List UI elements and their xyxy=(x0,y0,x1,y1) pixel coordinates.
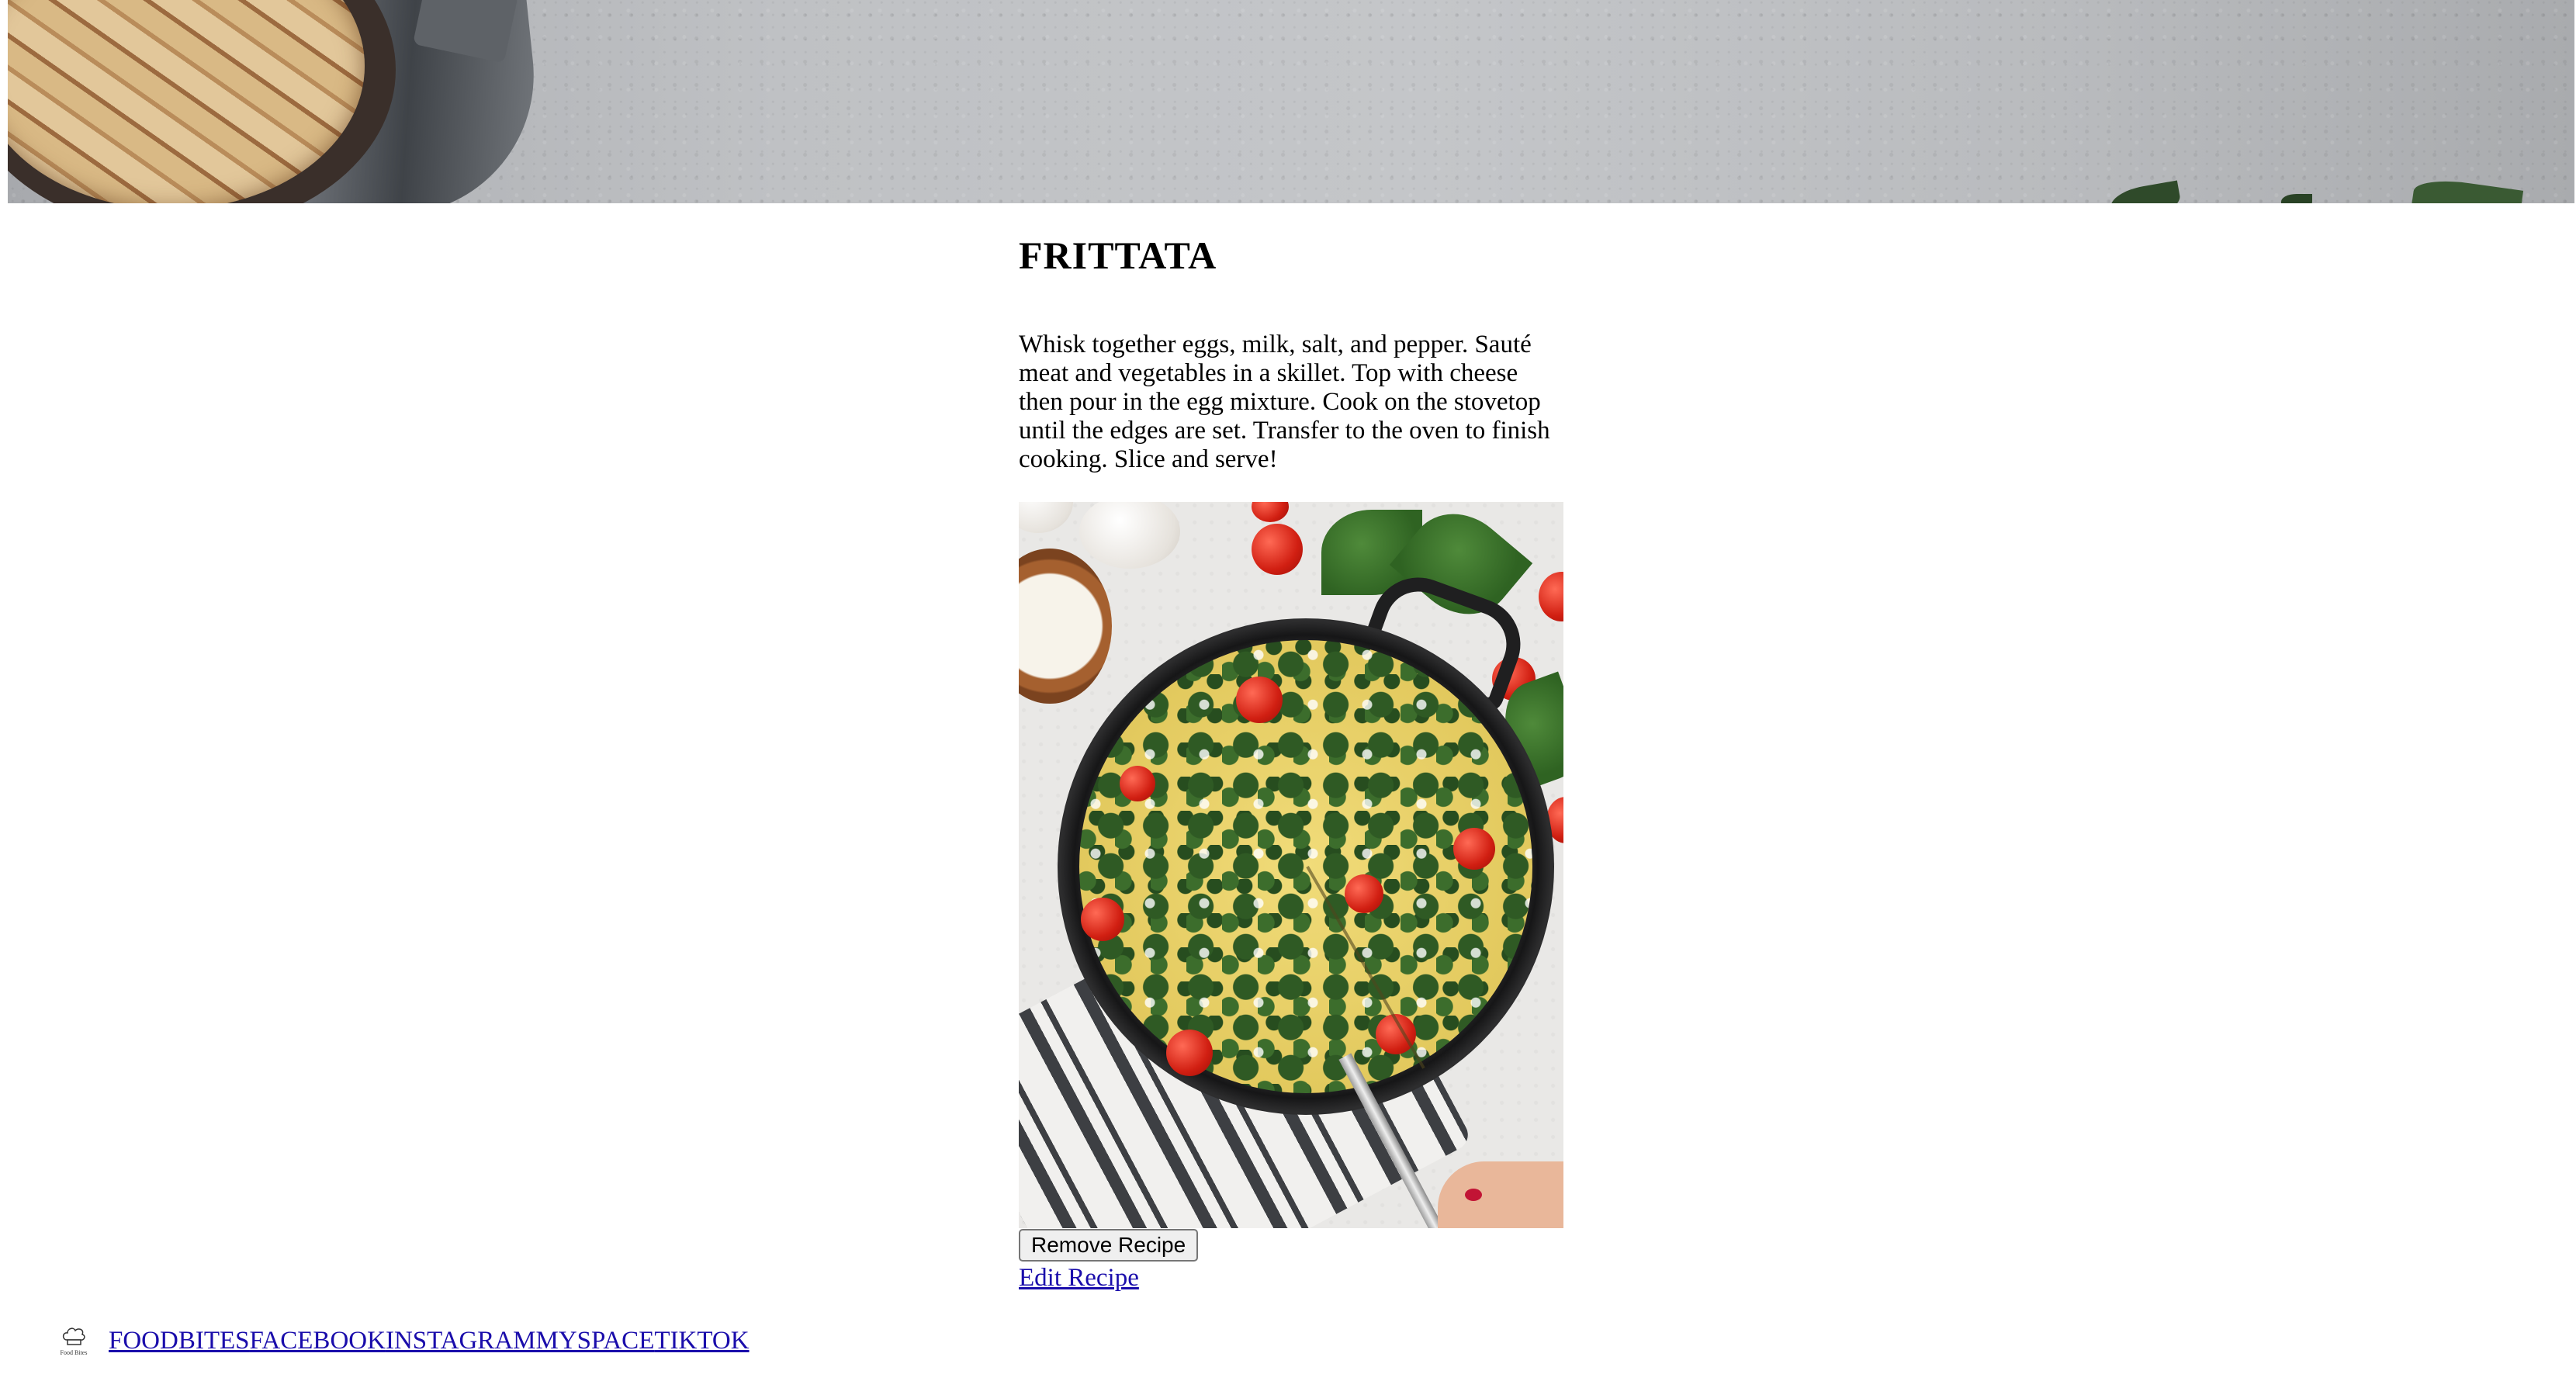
photo-tomato xyxy=(1081,898,1124,941)
site-footer: Food Bites FOODBITES FACEBOOK INSTAGRAM … xyxy=(50,1319,750,1362)
hero-leaf xyxy=(2281,194,2312,203)
recipe-photo xyxy=(1019,502,1563,1228)
photo-tomato xyxy=(1166,1030,1213,1076)
recipe-instructions: Whisk together eggs, milk, salt, and pep… xyxy=(1019,331,1550,473)
photo-tomato xyxy=(1539,572,1563,621)
photo-nail xyxy=(1465,1189,1482,1201)
footer-nav: FOODBITES FACEBOOK INSTAGRAM MYSPACE TIK… xyxy=(109,1325,750,1356)
photo-tomato xyxy=(1345,874,1383,913)
photo-cheese-bowl xyxy=(1019,549,1112,704)
edit-recipe-link[interactable]: Edit Recipe xyxy=(1019,1262,1139,1293)
footer-link-tiktok[interactable]: TIKTOK xyxy=(654,1325,749,1356)
footer-link-myspace[interactable]: MYSPACE xyxy=(536,1325,655,1356)
footer-link-foodbites[interactable]: FOODBITES xyxy=(109,1325,250,1356)
hero-leaf xyxy=(2108,180,2183,203)
photo-tomato xyxy=(1236,677,1283,723)
photo-tomato xyxy=(1120,766,1155,801)
food-bites-logo: Food Bites xyxy=(50,1320,98,1362)
footer-link-facebook[interactable]: FACEBOOK xyxy=(250,1325,386,1356)
hero-leaf xyxy=(2411,175,2524,203)
footer-link-instagram[interactable]: INSTAGRAM xyxy=(386,1325,536,1356)
photo-tomato xyxy=(1453,828,1495,870)
chef-hat-icon xyxy=(62,1327,85,1345)
photo-egg xyxy=(1079,502,1180,569)
photo-tomato xyxy=(1252,502,1289,522)
remove-recipe-button[interactable]: Remove Recipe xyxy=(1019,1229,1199,1262)
photo-egg xyxy=(1019,502,1073,533)
photo-tomato xyxy=(1252,524,1303,575)
logo-text: Food Bites xyxy=(60,1348,88,1356)
hero-banner-image xyxy=(8,0,2574,203)
photo-hand xyxy=(1438,1161,1563,1228)
recipe-title: FRITTATA xyxy=(1019,234,1217,277)
recipe-card: FRITTATA Whisk together eggs, milk, salt… xyxy=(1019,230,1570,474)
